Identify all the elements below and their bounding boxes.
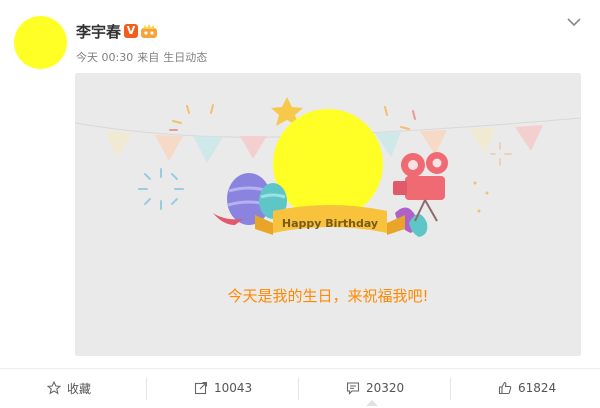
- share-icon: [194, 381, 208, 395]
- comment-count: 20320: [366, 381, 405, 395]
- avatar[interactable]: [14, 16, 67, 69]
- action-separator: [298, 378, 299, 400]
- birthday-card[interactable]: Happy Birthday 今天是我的生日，来祝福我吧!: [75, 73, 581, 356]
- repost-button[interactable]: 10043: [194, 378, 252, 398]
- like-button[interactable]: 61824: [498, 378, 556, 398]
- card-message: 今天是我的生日，来祝福我吧!: [227, 287, 429, 305]
- active-tab-caret: [366, 400, 378, 406]
- crown-badge-icon: [141, 24, 157, 38]
- favorite-label: 收藏: [67, 381, 92, 396]
- verified-badge: V: [124, 24, 138, 38]
- post-meta: 今天 00:30 来自 生日动态: [76, 49, 211, 65]
- repost-count: 10043: [214, 381, 253, 395]
- chevron-down-icon[interactable]: [566, 16, 582, 28]
- post-source[interactable]: 生日动态: [163, 51, 207, 64]
- birthday-illustration: Happy Birthday: [75, 97, 581, 237]
- star-icon: [47, 381, 61, 395]
- action-separator: [450, 378, 451, 400]
- ribbon-text: Happy Birthday: [282, 217, 378, 230]
- action-bar-divider: [0, 368, 600, 369]
- username[interactable]: 李宇春: [76, 21, 121, 42]
- like-count: 61824: [518, 381, 557, 395]
- favorite-button[interactable]: 收藏: [47, 378, 91, 398]
- source-prefix: 来自: [137, 51, 160, 64]
- like-icon: [498, 381, 512, 395]
- comment-button[interactable]: 20320: [346, 378, 404, 398]
- comment-icon: [346, 382, 360, 395]
- action-separator: [146, 378, 147, 400]
- post-time: 今天 00:30: [76, 51, 134, 64]
